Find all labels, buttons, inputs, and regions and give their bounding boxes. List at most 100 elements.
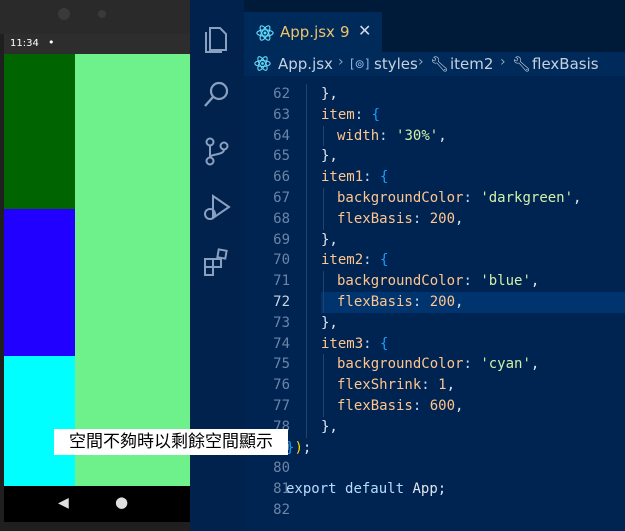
line-number: 62 xyxy=(273,86,290,102)
code-line[interactable]: 79}); xyxy=(244,438,625,459)
indent-guide xyxy=(323,292,324,313)
code-line[interactable]: 63 item: { xyxy=(244,105,625,126)
code-text: }, xyxy=(321,148,338,165)
code-line[interactable]: 69}, xyxy=(244,230,625,251)
code-text: item: { xyxy=(321,106,381,123)
code-text: }); xyxy=(286,439,312,456)
breadcrumb-file[interactable]: App.jsx xyxy=(278,55,333,73)
chevron-right-icon: › xyxy=(338,54,344,70)
code-line[interactable]: 65}, xyxy=(244,146,625,167)
status-time: 11:34 xyxy=(10,38,39,49)
indent-guide xyxy=(306,84,307,105)
code-line[interactable]: 76 flexShrink: 1, xyxy=(244,375,625,396)
breadcrumb-styles[interactable]: styles xyxy=(374,55,418,73)
indent-guide xyxy=(306,292,307,313)
code-line[interactable]: 78}, xyxy=(244,417,625,438)
code-line[interactable]: 73}, xyxy=(244,313,625,334)
indent-guide xyxy=(306,416,307,438)
code-text: flexBasis: 600, xyxy=(337,398,464,414)
chevron-right-icon: › xyxy=(418,54,424,70)
extensions-icon[interactable] xyxy=(200,246,234,280)
code-text: width: '30%', xyxy=(337,127,447,144)
line-number: 80 xyxy=(273,460,290,477)
indent-guide xyxy=(323,271,324,292)
code-line[interactable]: 82 xyxy=(244,500,625,521)
code-text: }, xyxy=(321,86,338,102)
wrench-icon: 🔧︎ xyxy=(512,55,532,73)
app-screen xyxy=(4,54,190,486)
line-number: 72 xyxy=(273,294,290,310)
line-number: 73 xyxy=(273,314,290,331)
line-number: 69 xyxy=(273,231,290,248)
home-icon[interactable]: ● xyxy=(115,493,128,511)
code-line[interactable]: 81 export default App; xyxy=(244,479,625,500)
tab-app-jsx[interactable]: App.jsx 9 ✕ xyxy=(244,12,382,52)
indent-guide xyxy=(306,271,307,292)
breadcrumb: App.jsx › [⊚] styles › 🔧︎ item2 › 🔧︎ fle… xyxy=(244,52,625,76)
indent-guide xyxy=(306,229,307,251)
code-text: backgroundColor: 'blue', xyxy=(337,273,540,290)
code-line[interactable]: 70 item2: { xyxy=(244,250,625,271)
back-icon[interactable]: ◀ xyxy=(58,495,69,511)
line-number: 77 xyxy=(273,398,290,414)
code-text: }, xyxy=(321,231,338,248)
breadcrumb-item2[interactable]: item2 xyxy=(450,55,493,73)
indent-guide xyxy=(323,354,324,376)
react-icon xyxy=(256,25,274,41)
indent-guide xyxy=(323,125,324,147)
code-line[interactable]: 71 backgroundColor: 'blue', xyxy=(244,271,625,292)
files-icon[interactable] xyxy=(200,22,234,56)
recents-icon[interactable]: ■ xyxy=(172,495,185,511)
run-debug-icon[interactable] xyxy=(200,190,234,224)
camera-icon xyxy=(58,8,70,20)
indent-guide xyxy=(306,396,307,417)
code-text: backgroundColor: 'cyan', xyxy=(337,356,540,373)
indent-guide xyxy=(306,188,307,209)
status-bar: 11:34 • xyxy=(4,34,190,54)
code-line[interactable]: 62}, xyxy=(244,84,625,105)
code-line[interactable]: 72 flexBasis: 200, xyxy=(273,292,625,313)
line-number: 74 xyxy=(273,335,290,352)
code-text: flexBasis: 200, xyxy=(337,210,464,227)
line-number: 65 xyxy=(273,148,290,165)
source-control-icon[interactable] xyxy=(200,134,234,168)
code-text: item3: { xyxy=(321,335,389,352)
flex-item-2 xyxy=(4,209,75,356)
subtitle-caption: 空間不夠時以剩餘空間顯示 xyxy=(54,429,288,455)
phone-bezel xyxy=(0,0,190,34)
code-text: }, xyxy=(321,314,338,331)
code-line[interactable]: 77 flexBasis: 600, xyxy=(244,396,625,417)
variable-icon: [⊚] xyxy=(350,57,370,71)
breadcrumb-flexbasis[interactable]: flexBasis xyxy=(532,55,599,73)
code-text: flexBasis: 200, xyxy=(337,294,464,310)
indent-guide xyxy=(306,333,307,355)
code-line[interactable]: 64 width: '30%', xyxy=(244,126,625,147)
line-number: 81 xyxy=(273,481,290,498)
code-area[interactable]: 62}, 63 item: {64 width: '30%', 65}, 66 item1:… xyxy=(244,76,625,531)
wrench-icon: 🔧︎ xyxy=(430,55,450,73)
close-icon[interactable]: ✕ xyxy=(358,21,371,40)
line-number: 75 xyxy=(273,356,290,373)
code-line[interactable]: 80 xyxy=(244,458,625,479)
code-text: backgroundColor: 'darkgreen', xyxy=(337,190,582,206)
sensor-icon xyxy=(98,10,106,18)
search-icon[interactable] xyxy=(200,78,234,112)
line-number: 71 xyxy=(273,273,290,290)
line-number: 64 xyxy=(273,127,290,144)
code-line[interactable]: 68 flexBasis: 200, xyxy=(244,209,625,230)
indent-guide xyxy=(323,396,324,417)
code-line[interactable]: 67 backgroundColor: 'darkgreen', xyxy=(244,188,625,209)
editor-tabs: App.jsx 9 ✕ xyxy=(244,0,625,52)
indent-guide xyxy=(323,375,324,396)
line-number: 82 xyxy=(273,502,290,518)
navigation-bar: ◀ ● ■ xyxy=(4,486,190,522)
line-number: 70 xyxy=(273,252,290,269)
indent-guide xyxy=(306,146,307,168)
code-line[interactable]: 74 item3: { xyxy=(244,334,625,355)
code-line[interactable]: 66 item1: { xyxy=(244,167,625,188)
code-line[interactable]: 75 backgroundColor: 'cyan', xyxy=(244,354,625,375)
line-number: 68 xyxy=(273,210,290,227)
indent-guide xyxy=(306,104,307,126)
code-text: item1: { xyxy=(321,169,389,186)
chevron-right-icon: › xyxy=(500,54,506,70)
